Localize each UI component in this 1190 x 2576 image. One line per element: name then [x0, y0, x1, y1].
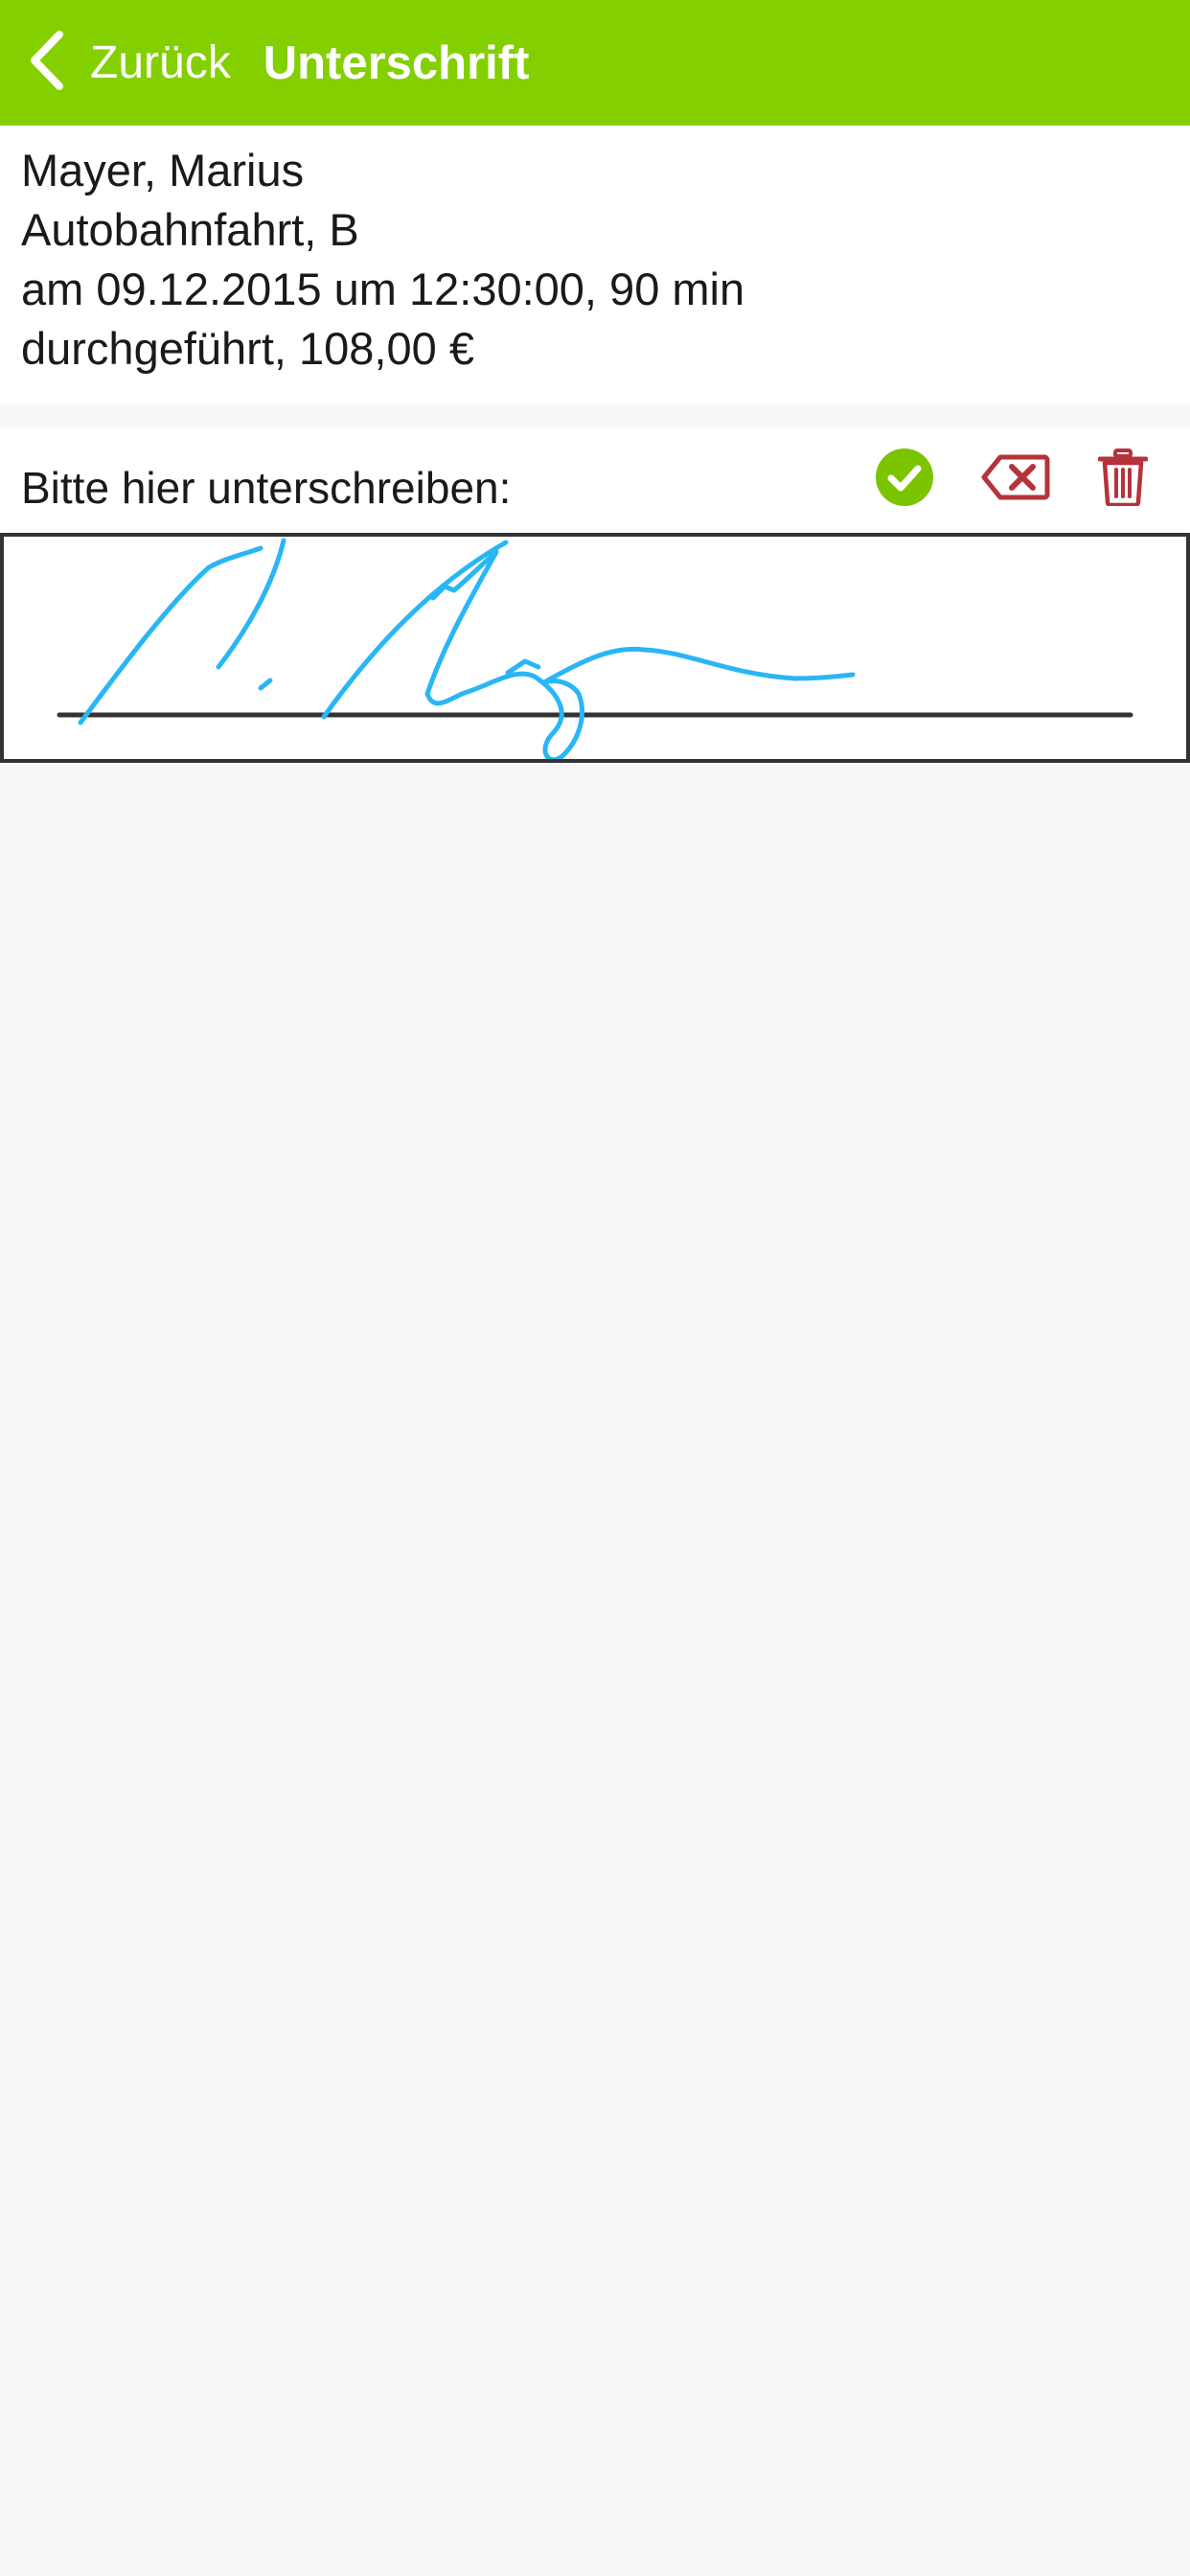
appointment-info: Mayer, Marius Autobahnfahrt, B am 09.12.… [0, 126, 1190, 404]
chevron-left-icon [27, 29, 65, 97]
clear-signature-button[interactable] [981, 443, 1050, 512]
backspace-icon [981, 453, 1050, 501]
trash-icon [1098, 448, 1148, 506]
lesson-status: durchgeführt, 108,00 € [21, 323, 474, 374]
signature-stroke [258, 678, 273, 691]
signature-stroke [424, 549, 856, 759]
signature-drawing [57, 538, 1133, 759]
back-button[interactable]: Zurück [0, 0, 250, 126]
lesson-type: Autobahnfahrt, B [21, 204, 359, 255]
check-circle-icon [875, 448, 934, 507]
student-name: Mayer, Marius [21, 145, 305, 196]
signature-stroke [78, 545, 263, 725]
accept-signature-button[interactable] [870, 443, 939, 512]
header-bar: Zurück Unterschrift [0, 0, 1190, 126]
lesson-datetime: am 09.12.2015 um 12:30:00, 90 min [21, 264, 745, 314]
signature-prompt: Bitte hier unterschreiben: [21, 463, 512, 513]
delete-signature-button[interactable] [1088, 443, 1157, 512]
signature-stroke [505, 658, 541, 676]
signature-section: Bitte hier unterschreiben: [0, 427, 1190, 763]
back-label: Zurück [90, 37, 231, 88]
signature-pad[interactable] [0, 533, 1190, 763]
page-title: Unterschrift [263, 36, 530, 89]
